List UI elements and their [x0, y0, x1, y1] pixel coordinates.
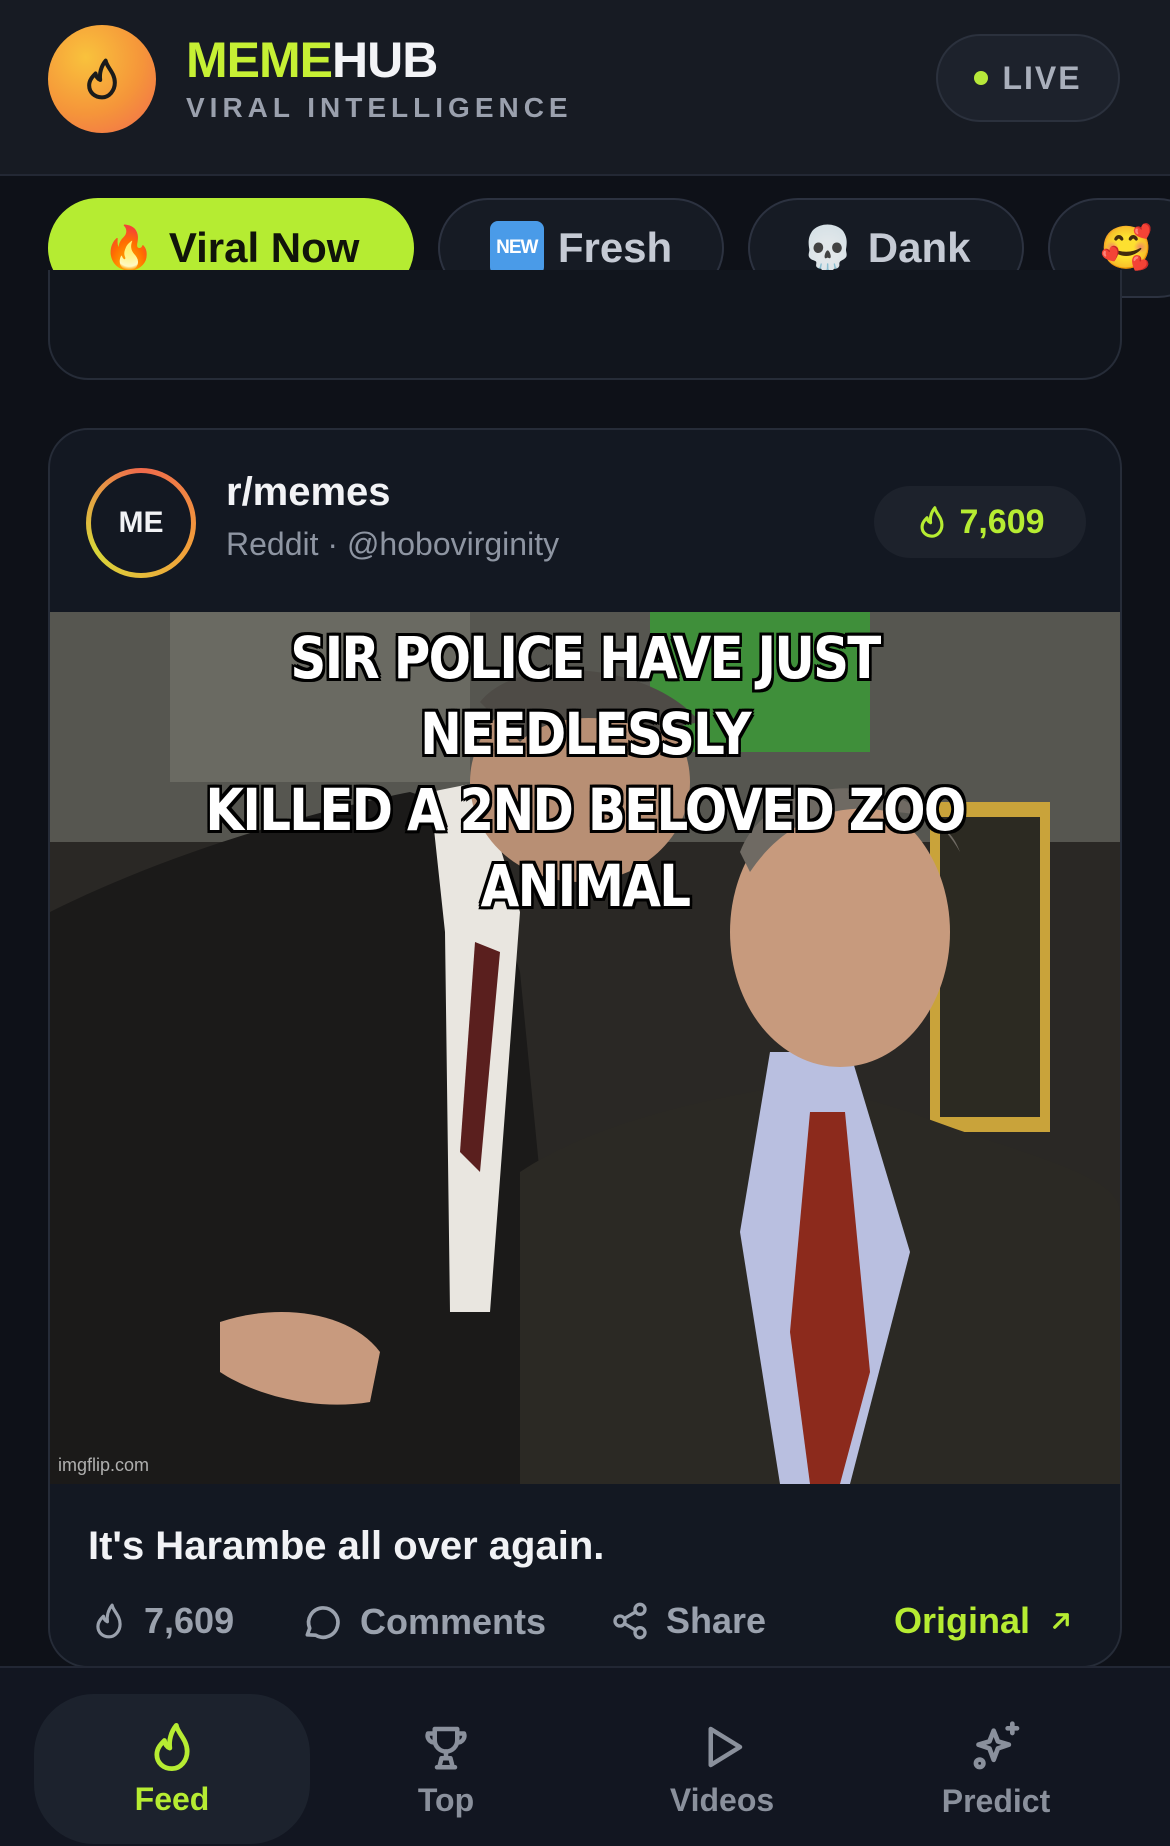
nav-item-top[interactable]: Top	[308, 1694, 584, 1844]
play-icon	[708, 1726, 743, 1767]
app-logo	[48, 25, 156, 133]
comment-icon	[305, 1606, 340, 1640]
comments-label: Comments	[360, 1601, 547, 1642]
avatar[interactable]: ME	[86, 468, 196, 578]
live-dot-icon	[974, 71, 989, 85]
skull-emoji-icon: 💀	[801, 224, 854, 271]
fire-emoji-icon: 🔥	[102, 224, 155, 271]
nav-label-feed: Feed	[134, 1780, 210, 1817]
meme-image[interactable]: SIR POLICE HAVE JUST NEEDLESSLY KILLED A…	[50, 612, 1120, 1484]
share-icon	[613, 1602, 647, 1640]
nav-item-predict[interactable]: Predict	[858, 1694, 1134, 1844]
nav-item-videos[interactable]: Videos	[584, 1694, 860, 1844]
original-link[interactable]: Original	[894, 1600, 1076, 1642]
virality-score-value: 7,609	[959, 502, 1045, 541]
post-source-meta: Reddit · @hobovirginity	[226, 526, 560, 562]
post-actions: 7,609 Comments Share Original	[50, 1590, 1120, 1666]
share-label: Share	[666, 1600, 767, 1641]
original-label: Original	[894, 1600, 1031, 1641]
meme-caption-line-2: KILLED A 2ND BELOVED ZOO ANIMAL	[205, 776, 966, 920]
flame-icon	[87, 58, 117, 100]
filter-chip-label: Dank	[867, 224, 971, 271]
flame-icon	[154, 1722, 190, 1771]
trophy-icon	[425, 1726, 467, 1769]
filter-chip-label: Viral Now	[168, 224, 360, 271]
post-title: It's Harambe all over again.	[88, 1524, 605, 1568]
brand-tagline: VIRAL INTELLIGENCE	[186, 92, 573, 123]
nav-label-videos: Videos	[669, 1781, 775, 1818]
brand: MEMEHUB VIRAL INTELLIGENCE	[186, 30, 573, 124]
score-action[interactable]: 7,609	[90, 1600, 234, 1642]
previous-post-card	[48, 270, 1122, 380]
filter-chip-label: Fresh	[557, 224, 673, 271]
new-badge-icon: NEW	[489, 221, 544, 275]
subreddit-name[interactable]: r/memes	[226, 470, 391, 515]
flame-icon	[920, 506, 944, 538]
share-button[interactable]: Share	[610, 1600, 766, 1642]
meme-caption: SIR POLICE HAVE JUST NEEDLESSLY KILLED A…	[125, 620, 1045, 924]
brand-name-part-1: MEME	[186, 32, 333, 88]
post-card[interactable]: ME r/memes Reddit · @hobovirginity 7,609	[48, 428, 1122, 1668]
meme-caption-line-1: SIR POLICE HAVE JUST NEEDLESSLY	[290, 624, 881, 768]
app-header: MEMEHUB VIRAL INTELLIGENCE LIVE	[0, 0, 1170, 176]
image-watermark: imgflip.com	[58, 1455, 150, 1475]
avatar-initials: ME	[91, 473, 191, 573]
nav-label-predict: Predict	[941, 1782, 1051, 1819]
live-indicator[interactable]: LIVE	[936, 34, 1120, 122]
app-screen: MEMEHUB VIRAL INTELLIGENCE LIVE 🔥 Viral …	[0, 0, 1170, 1846]
virality-score-badge: 7,609	[874, 486, 1086, 558]
live-label: LIVE	[1002, 59, 1082, 96]
flame-icon	[96, 1603, 122, 1639]
nav-label-top: Top	[417, 1781, 475, 1818]
brand-name: MEMEHUB	[186, 30, 573, 90]
arrow-up-right-icon	[1053, 1613, 1069, 1629]
comments-button[interactable]: Comments	[300, 1600, 546, 1644]
bottom-navigation: Feed Top Videos Predict	[0, 1666, 1170, 1846]
nav-item-feed[interactable]: Feed	[34, 1694, 310, 1844]
sparkle-icon	[973, 1720, 1020, 1769]
brand-name-part-2: HUB	[332, 32, 438, 88]
score-action-value: 7,609	[144, 1600, 235, 1641]
smiling-hearts-emoji-icon: 🥰	[1100, 224, 1153, 271]
